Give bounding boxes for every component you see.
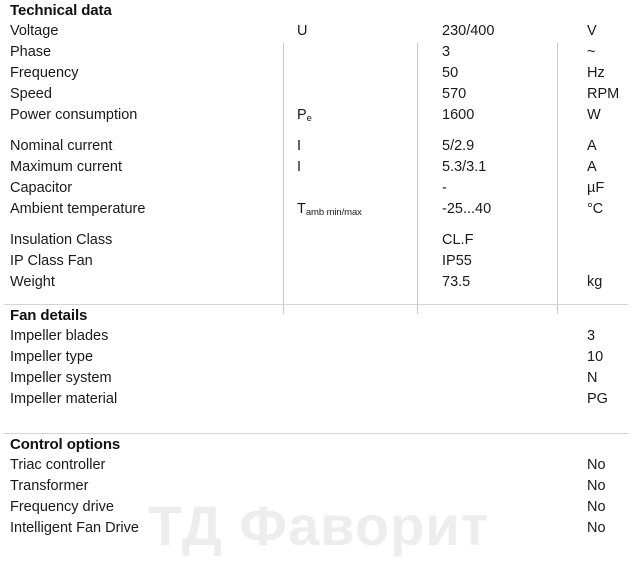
table-row: IP Class Fan IP55 xyxy=(0,251,635,272)
row-value: IP55 xyxy=(442,253,472,269)
row-symbol: U xyxy=(297,23,308,39)
table-row: Capacitor - µF xyxy=(0,178,635,199)
row-label: Transformer xyxy=(10,478,89,494)
row-label: Phase xyxy=(10,44,52,60)
table-row: Impeller blades 3 xyxy=(0,326,635,347)
row-label: Maximum current xyxy=(10,159,122,175)
table-row: Power consumption Pe 1600 W xyxy=(0,105,635,126)
row-label: Nominal current xyxy=(10,138,113,154)
row-value: No xyxy=(587,499,606,515)
control-options-rows: Triac controller No Transformer No Frequ… xyxy=(0,455,635,539)
table-row: Voltage U 230/400 V xyxy=(0,21,635,42)
row-symbol: Tamb min/max xyxy=(297,201,362,218)
table-row: Ambient temperature Tamb min/max -25...4… xyxy=(0,199,635,220)
column-divider-3 xyxy=(557,43,558,314)
row-value: 230/400 xyxy=(442,23,495,39)
row-unit: RPM xyxy=(587,86,620,102)
row-unit: W xyxy=(587,107,601,123)
table-row: Phase 3 ~ xyxy=(0,42,635,63)
section-divider-fan-details xyxy=(4,304,628,305)
row-value: 3 xyxy=(587,328,596,344)
row-value: -25...40 xyxy=(442,201,492,217)
section-title-technical-data: Technical data xyxy=(10,2,112,19)
row-label: Impeller blades xyxy=(10,328,109,344)
row-label: Frequency xyxy=(10,65,79,81)
section-divider-control-options xyxy=(4,433,628,434)
row-unit: ~ xyxy=(587,44,596,60)
row-value: 10 xyxy=(587,349,604,365)
table-row: Intelligent Fan Drive No xyxy=(0,518,635,539)
section-title-control-options: Control options xyxy=(10,436,121,453)
row-symbol: I xyxy=(297,159,302,175)
row-label: Weight xyxy=(10,274,55,290)
table-row: Triac controller No xyxy=(0,455,635,476)
column-divider-1 xyxy=(283,43,284,314)
table-row: Insulation Class CL.F xyxy=(0,230,635,251)
table-row: Frequency 50 Hz xyxy=(0,63,635,84)
row-value: CL.F xyxy=(442,232,474,248)
row-unit: °C xyxy=(587,201,604,217)
row-value: No xyxy=(587,478,606,494)
row-label: Impeller material xyxy=(10,391,118,407)
row-label: Power consumption xyxy=(10,107,138,123)
row-symbol: Pe xyxy=(297,107,312,124)
row-label: Ambient temperature xyxy=(10,201,146,217)
section-title-fan-details: Fan details xyxy=(10,307,88,324)
table-row: Transformer No xyxy=(0,476,635,497)
section-technical-data: Technical data Voltage U 230/400 V Phase… xyxy=(0,0,635,314)
row-label: Frequency drive xyxy=(10,499,114,515)
row-value: 73.5 xyxy=(442,274,471,290)
row-unit: A xyxy=(587,159,597,175)
table-row: Frequency drive No xyxy=(0,497,635,518)
table-row: Impeller material PG xyxy=(0,389,635,410)
row-symbol: I xyxy=(297,138,302,154)
row-value: 50 xyxy=(442,65,459,81)
row-value: 5/2.9 xyxy=(442,138,475,154)
row-value: No xyxy=(587,520,606,536)
row-label: Intelligent Fan Drive xyxy=(10,520,139,536)
row-value: PG xyxy=(587,391,608,407)
row-value: 1600 xyxy=(442,107,475,123)
row-value: - xyxy=(442,180,447,196)
table-row: Speed 570 RPM xyxy=(0,84,635,105)
row-label: IP Class Fan xyxy=(10,253,93,269)
column-divider-2 xyxy=(417,43,418,314)
row-value: No xyxy=(587,457,606,473)
table-row: Nominal current I 5/2.9 A xyxy=(0,136,635,157)
row-unit: A xyxy=(587,138,597,154)
row-label: Triac controller xyxy=(10,457,106,473)
row-value: 5.3/3.1 xyxy=(442,159,487,175)
row-label: Voltage xyxy=(10,23,59,39)
table-row: Weight 73.5 kg xyxy=(0,272,635,293)
spec-sheet: ТД Фаворит Technical data Voltage U 230/… xyxy=(0,0,635,571)
row-label: Capacitor xyxy=(10,180,73,196)
row-unit: kg xyxy=(587,274,603,290)
section-control-options: Control options Triac controller No Tran… xyxy=(0,433,635,539)
row-value: N xyxy=(587,370,598,386)
row-unit: µF xyxy=(587,180,605,196)
row-unit: Hz xyxy=(587,65,605,81)
row-label: Impeller system xyxy=(10,370,112,386)
table-row: Impeller system N xyxy=(0,368,635,389)
fan-details-rows: Impeller blades 3 Impeller type 10 Impel… xyxy=(0,326,635,410)
row-value: 570 xyxy=(442,86,467,102)
section-fan-details: Fan details Impeller blades 3 Impeller t… xyxy=(0,304,635,410)
table-row: Impeller type 10 xyxy=(0,347,635,368)
row-unit: V xyxy=(587,23,597,39)
technical-data-rows: Voltage U 230/400 V Phase 3 ~ Frequency … xyxy=(0,21,635,314)
row-label: Speed xyxy=(10,86,52,102)
table-row: Maximum current I 5.3/3.1 A xyxy=(0,157,635,178)
row-label: Insulation Class xyxy=(10,232,113,248)
row-label: Impeller type xyxy=(10,349,94,365)
row-value: 3 xyxy=(442,44,451,60)
